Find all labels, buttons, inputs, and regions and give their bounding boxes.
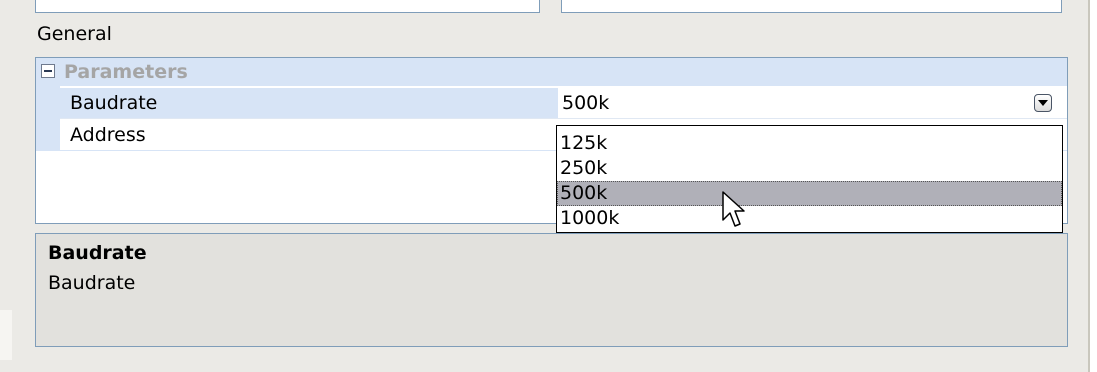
dropdown-option-selected[interactable]: 500k [557,181,1062,206]
dropdown-option[interactable]: 125k [557,131,1062,156]
property-row-baudrate[interactable]: Baudrate 500k [60,88,1067,119]
mouse-pointer-icon [722,191,745,227]
collapse-icon[interactable] [41,64,55,78]
category-label: Parameters [64,61,188,83]
baudrate-dropdown-list[interactable]: 125k 250k 500k 1000k [556,125,1063,233]
help-description-box: Baudrate Baudrate [35,233,1068,347]
help-title: Baudrate [48,242,147,264]
top-left-field[interactable] [35,0,540,13]
properties-panel: General Parameters Baudrate 500k Address… [0,0,1090,372]
dropdown-option[interactable]: 250k [557,156,1062,181]
category-row-parameters[interactable]: Parameters [36,58,1067,86]
help-description: Baudrate [48,272,136,294]
property-value: 500k [562,92,610,114]
chevron-down-icon[interactable] [1034,94,1052,112]
top-right-field[interactable] [561,0,1062,13]
baudrate-value-field[interactable]: 500k [558,88,1067,118]
dropdown-option[interactable]: 1000k [557,206,1062,231]
grid-gutter [36,86,60,151]
panel-edge [0,310,12,360]
property-name: Baudrate [70,92,158,114]
property-name: Address [70,124,146,146]
section-label-general: General [37,23,112,45]
